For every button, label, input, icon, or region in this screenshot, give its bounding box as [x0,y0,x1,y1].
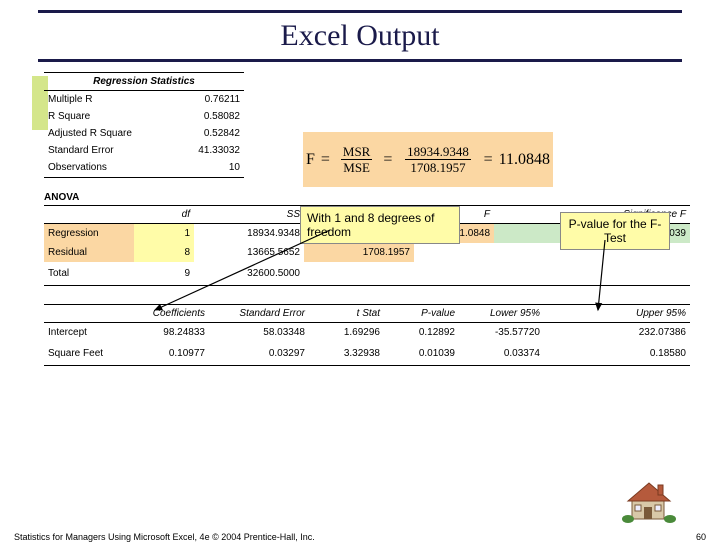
regression-statistics-table: Regression Statistics Multiple R0.76211 … [44,72,244,178]
page-title: Excel Output [38,19,682,53]
page-number: 60 [696,532,706,542]
coef-header: t Stat [309,305,384,323]
anova-heading: ANOVA [44,192,690,203]
coef-header: Coefficients [124,305,209,323]
coef-cell: 98.24833 [124,323,209,343]
coef-cell: 0.18580 [544,342,690,366]
coef-header: Upper 95% [544,305,690,323]
coef-header [44,305,124,323]
title-bar: Excel Output [38,10,682,62]
anova-header: df [134,206,194,224]
anova-cell [304,262,414,286]
regstats-value: 0.52842 [174,125,244,142]
footer-text: Statistics for Managers Using Microsoft … [14,532,315,542]
anova-cell: 1708.1957 [304,243,414,262]
anova-cell: Residual [44,243,134,262]
note-degrees-of-freedom: With 1 and 8 degrees of freedom [300,206,460,244]
formula-result: 11.0848 [499,151,550,169]
coef-header: P-value [384,305,459,323]
anova-cell: 9 [134,262,194,286]
formula-lhs: F [306,151,315,169]
coef-cell: -35.57720 [459,323,544,343]
footer: Statistics for Managers Using Microsoft … [14,532,706,542]
regstats-caption: Regression Statistics [44,73,244,91]
regstats-label: Standard Error [44,142,174,159]
regstats-value: 41.33032 [174,142,244,159]
house-icon [622,479,676,528]
anova-cell: 1 [134,224,194,244]
equals-sign: = [383,151,392,169]
coef-cell: 0.10977 [124,342,209,366]
fraction-msr-mse: MSR MSE [337,144,376,176]
f-formula-box: F = MSR MSE = 18934.9348 1708.1957 = 11.… [303,132,553,187]
note-pvalue-ftest: P-value for the F-Test [560,212,670,250]
anova-cell: Total [44,262,134,286]
equals-sign: = [484,151,493,169]
coef-header: Standard Error [209,305,309,323]
coef-cell: 0.03297 [209,342,309,366]
regstats-value: 0.58082 [174,108,244,125]
fraction-numeric: 18934.9348 1708.1957 [399,144,476,176]
anova-header [44,206,134,224]
anova-cell: 8 [134,243,194,262]
coef-cell: 1.69296 [309,323,384,343]
coef-header: Lower 95% [459,305,544,323]
coef-cell: 3.32938 [309,342,384,366]
coef-cell: Square Feet [44,342,124,366]
anova-header: SS [194,206,304,224]
regstats-label: Multiple R [44,91,174,109]
anova-cell: 32600.5000 [194,262,304,286]
coef-cell: 0.12892 [384,323,459,343]
anova-cell [414,262,494,286]
regstats-value: 10 [174,159,244,178]
regstats-label: R Square [44,108,174,125]
regstats-value: 0.76211 [174,91,244,109]
coef-cell: 232.07386 [544,323,690,343]
coef-cell: Intercept [44,323,124,343]
coefficients-table: Coefficients Standard Error t Stat P-val… [44,304,690,366]
anova-cell: 13665.5652 [194,243,304,262]
coef-cell: 0.03374 [459,342,544,366]
equals-sign: = [321,151,330,169]
regstats-label: Adjusted R Square [44,125,174,142]
anova-cell [494,262,690,286]
coef-cell: 58.03348 [209,323,309,343]
coef-cell: 0.01039 [384,342,459,366]
anova-cell: 18934.9348 [194,224,304,244]
regstats-label: Observations [44,159,174,178]
anova-cell [414,243,494,262]
anova-cell: Regression [44,224,134,244]
